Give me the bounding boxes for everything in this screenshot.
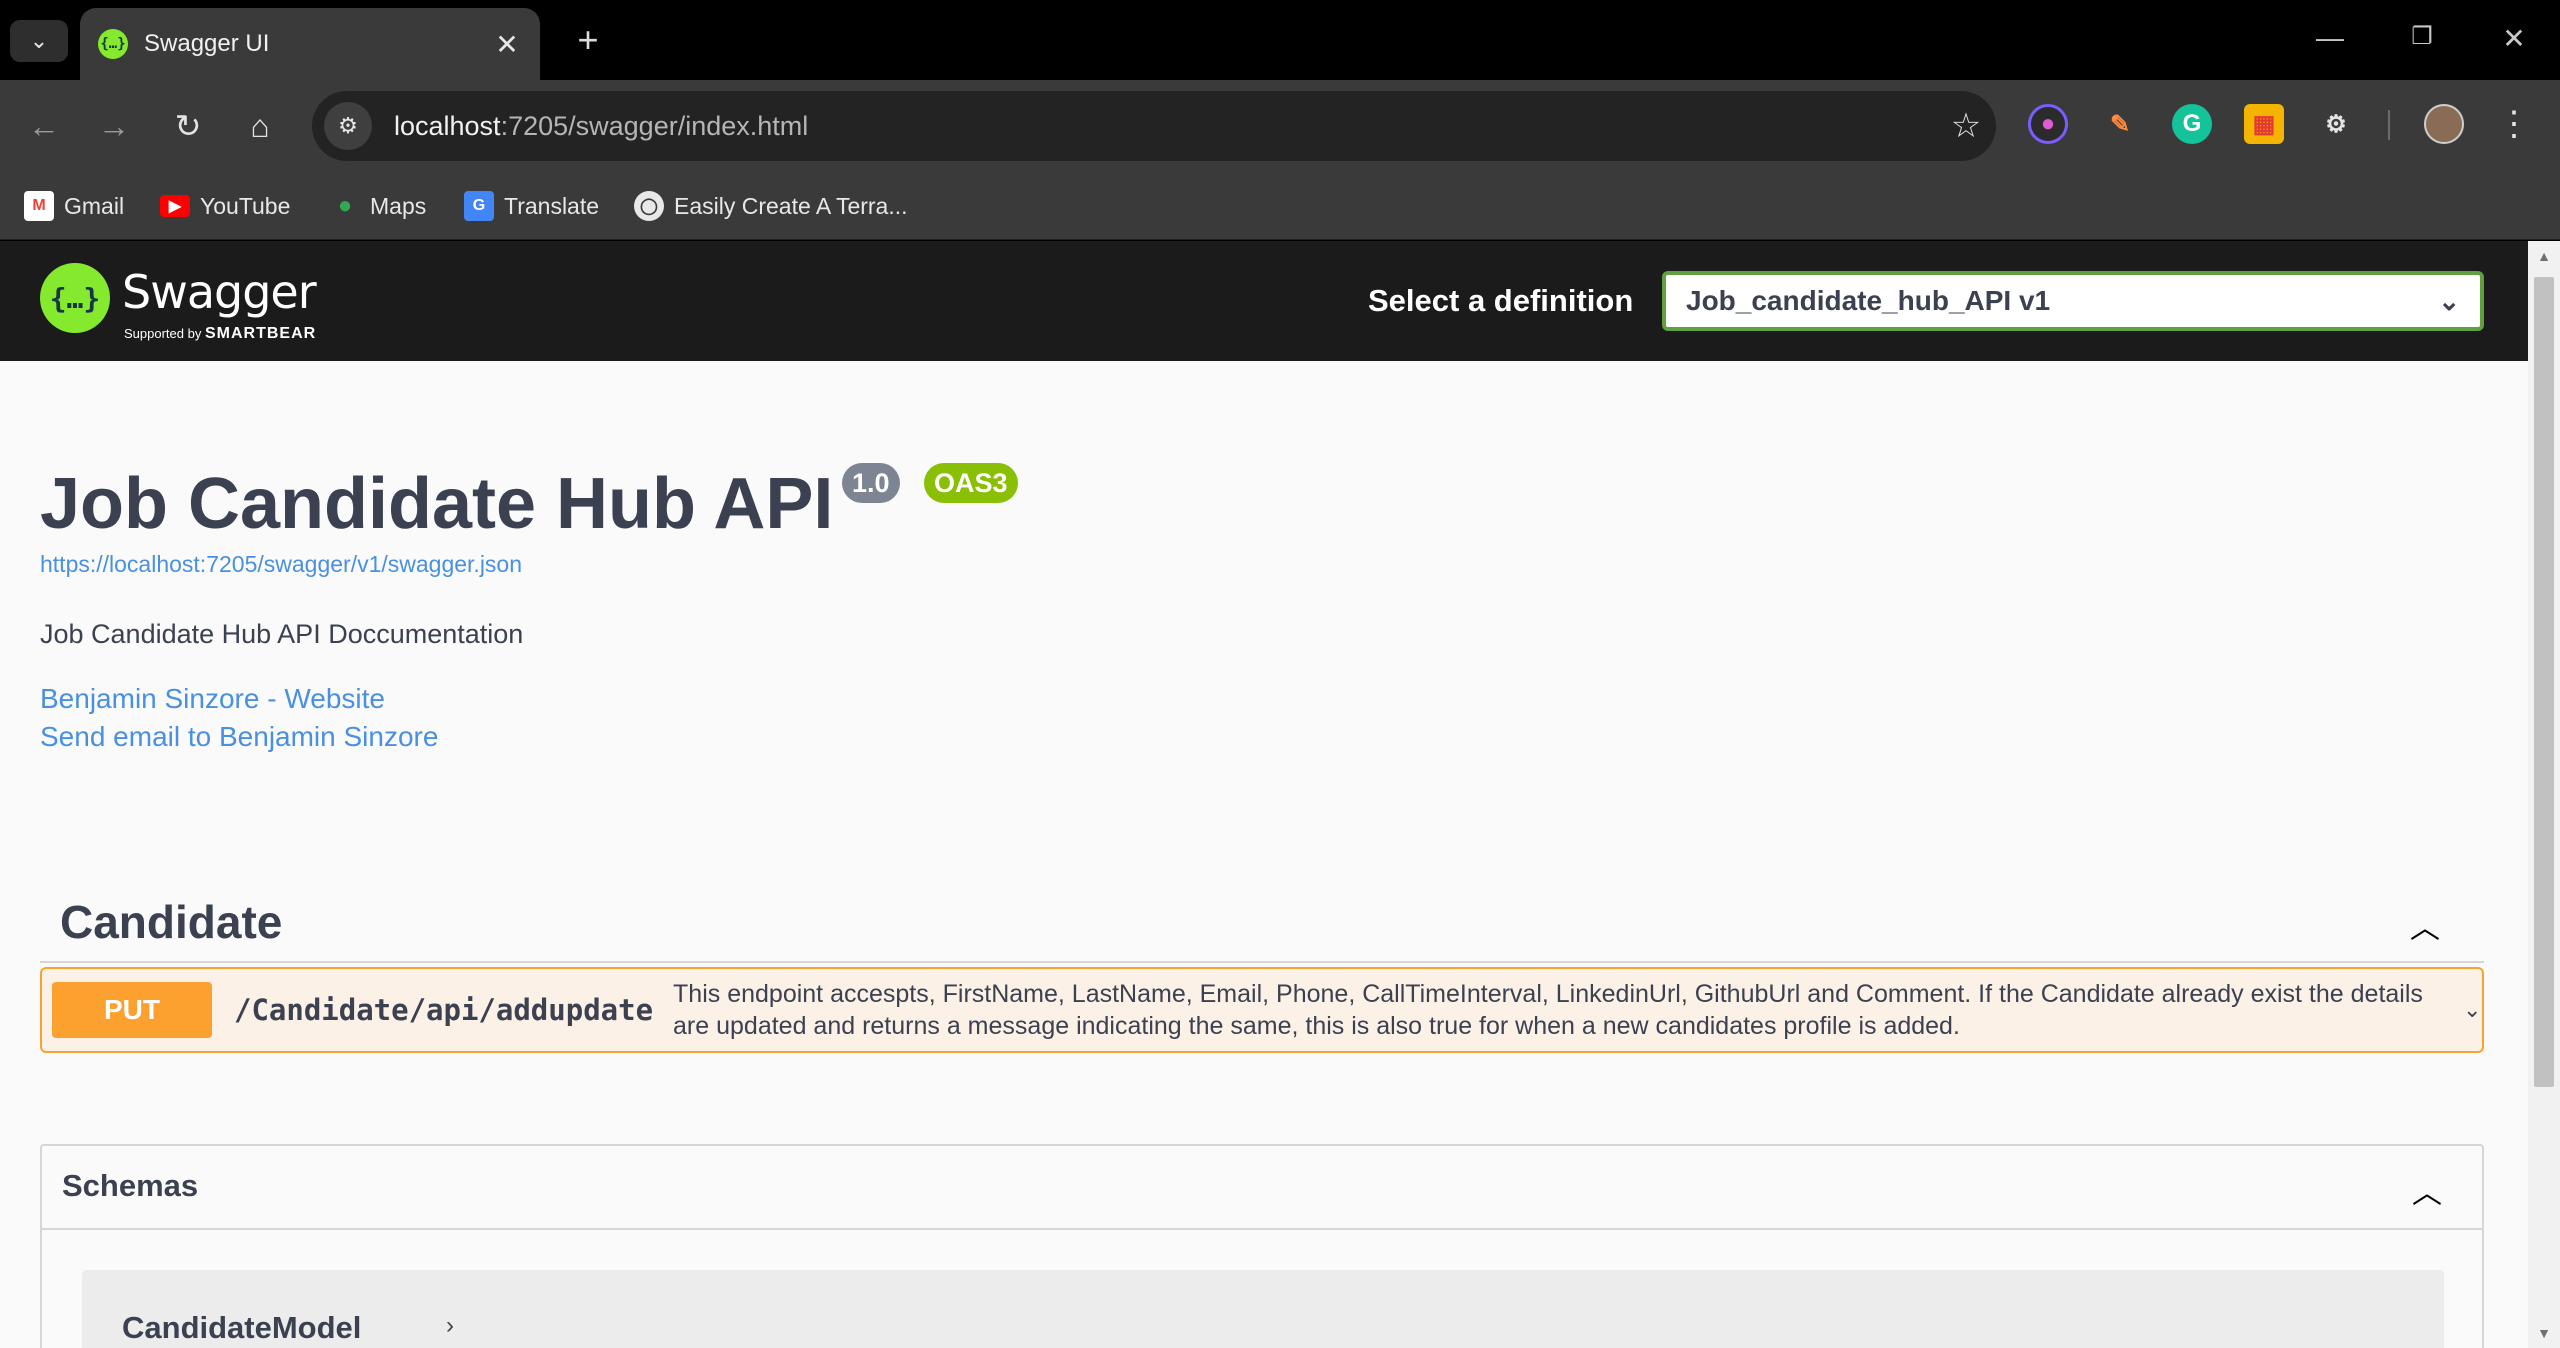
globe-icon: ◯: [634, 191, 664, 221]
back-icon[interactable]: ←: [20, 102, 68, 150]
contact-website-link[interactable]: Benjamin Sinzore - Website: [40, 683, 385, 715]
tag-name: Candidate: [60, 896, 283, 948]
chevron-down-icon: ⌄: [29, 28, 49, 53]
bookmark-gmail[interactable]: M Gmail: [24, 186, 124, 226]
chevron-up-icon[interactable]: ︿: [2410, 903, 2440, 947]
window-close-icon[interactable]: ✕: [2494, 22, 2534, 55]
maps-icon: ●: [337, 192, 353, 219]
api-description: Job Candidate Hub API Doccumentation: [40, 619, 524, 649]
bookmark-youtube[interactable]: ▶ YouTube: [160, 186, 290, 226]
model-name: CandidateModel: [122, 1310, 362, 1345]
bookmark-terra[interactable]: ◯ Easily Create A Terra...: [634, 186, 908, 226]
url-text[interactable]: localhost:7205/swagger/index.html: [394, 111, 1936, 142]
schemas-title: Schemas: [62, 1168, 199, 1203]
version-badge: 1.0: [842, 463, 900, 503]
forward-icon[interactable]: →: [90, 102, 138, 150]
definition-select[interactable]: Job_candidate_hub_API v1 ⌄: [1662, 271, 2484, 331]
method-badge: PUT: [52, 982, 212, 1038]
restore-icon[interactable]: ❐: [2402, 22, 2442, 51]
swagger-brand[interactable]: Swagger: [122, 265, 317, 319]
youtube-icon: ▶: [160, 195, 190, 217]
bookmark-maps[interactable]: ● Maps: [330, 186, 427, 226]
chevron-up-icon[interactable]: ︿: [2412, 1168, 2442, 1212]
grammarly-icon[interactable]: G: [2172, 104, 2212, 144]
tag-candidate-header[interactable]: Candidate ︿: [40, 863, 2484, 963]
chevron-right-icon[interactable]: ›: [446, 1312, 454, 1340]
contact-email-link[interactable]: Send email to Benjamin Sinzore: [40, 721, 438, 753]
operation-put-addupdate[interactable]: PUT /Candidate/api/addupdate This endpoi…: [40, 967, 2484, 1053]
swagger-supported-by: Supported by SMARTBEAR: [124, 325, 317, 342]
extension-pen-icon[interactable]: ✎: [2100, 104, 2140, 144]
tab-search-button[interactable]: ⌄: [10, 20, 68, 62]
schemas-header[interactable]: Schemas ︿: [42, 1146, 2482, 1230]
extensions-puzzle-icon[interactable]: ⚙: [2316, 104, 2356, 144]
gmail-icon: M: [24, 191, 54, 221]
swagger-logo-icon[interactable]: {…}: [40, 263, 110, 333]
browser-tab[interactable]: {…} Swagger UI ✕: [80, 8, 540, 80]
home-icon[interactable]: ⌂: [236, 102, 284, 150]
chevron-down-icon[interactable]: ⌄: [2463, 997, 2481, 1023]
swagger-topbar: {…} Swagger Supported by SMARTBEAR Selec…: [0, 241, 2528, 361]
tag-candidate-section: Candidate ︿: [40, 863, 2484, 963]
page-viewport: {…} Swagger Supported by SMARTBEAR Selec…: [0, 241, 2528, 1348]
address-bar[interactable]: ⚙ localhost:7205/swagger/index.html ☆: [312, 91, 1996, 161]
scroll-down-icon[interactable]: ▼: [2528, 1318, 2560, 1348]
operation-path: /Candidate/api/addupdate: [234, 993, 654, 1027]
browser-menu-icon[interactable]: ⋮: [2494, 100, 2534, 148]
tab-close-icon[interactable]: ✕: [492, 28, 522, 61]
bookmark-star-icon[interactable]: ☆: [1936, 106, 1996, 146]
scroll-up-icon[interactable]: ▲: [2528, 241, 2560, 271]
browser-tab-bar: ⌄ {…} Swagger UI ✕ + — ❐ ✕: [0, 0, 2560, 80]
bookmarks-bar: M Gmail ▶ YouTube ● Maps G Translate ◯ E…: [0, 172, 2560, 240]
operation-summary: This endpoint accespts, FirstName, LastN…: [673, 980, 2423, 1040]
new-tab-button[interactable]: +: [568, 20, 608, 60]
definition-value: Job_candidate_hub_API v1: [1686, 285, 2051, 316]
reload-icon[interactable]: ↻: [164, 102, 212, 150]
scrollbar-thumb[interactable]: [2534, 277, 2554, 1087]
profile-avatar[interactable]: [2424, 104, 2464, 144]
site-info-icon[interactable]: ⚙: [324, 102, 372, 150]
toolbar-divider: [2388, 110, 2390, 140]
extension-circle-icon[interactable]: ●: [2028, 104, 2068, 144]
spec-url-link[interactable]: https://localhost:7205/swagger/v1/swagge…: [40, 551, 522, 578]
tab-title: Swagger UI: [144, 30, 270, 57]
api-title: Job Candidate Hub API: [40, 464, 834, 544]
definition-label: Select a definition: [1368, 283, 1634, 318]
bookmark-translate[interactable]: G Translate: [464, 186, 599, 226]
schemas-section: Schemas ︿ CandidateModel ›: [40, 1144, 2484, 1348]
swagger-favicon-icon: {…}: [98, 29, 128, 59]
model-candidatemodel[interactable]: CandidateModel ›: [82, 1270, 2444, 1348]
chevron-down-icon: ⌄: [2438, 285, 2460, 316]
page-scrollbar[interactable]: ▲ ▼: [2528, 241, 2560, 1348]
extension-colorful-icon[interactable]: ▦: [2244, 104, 2284, 144]
translate-icon: G: [464, 191, 494, 221]
oas-badge: OAS3: [924, 463, 1018, 503]
minimize-icon[interactable]: —: [2310, 22, 2350, 54]
